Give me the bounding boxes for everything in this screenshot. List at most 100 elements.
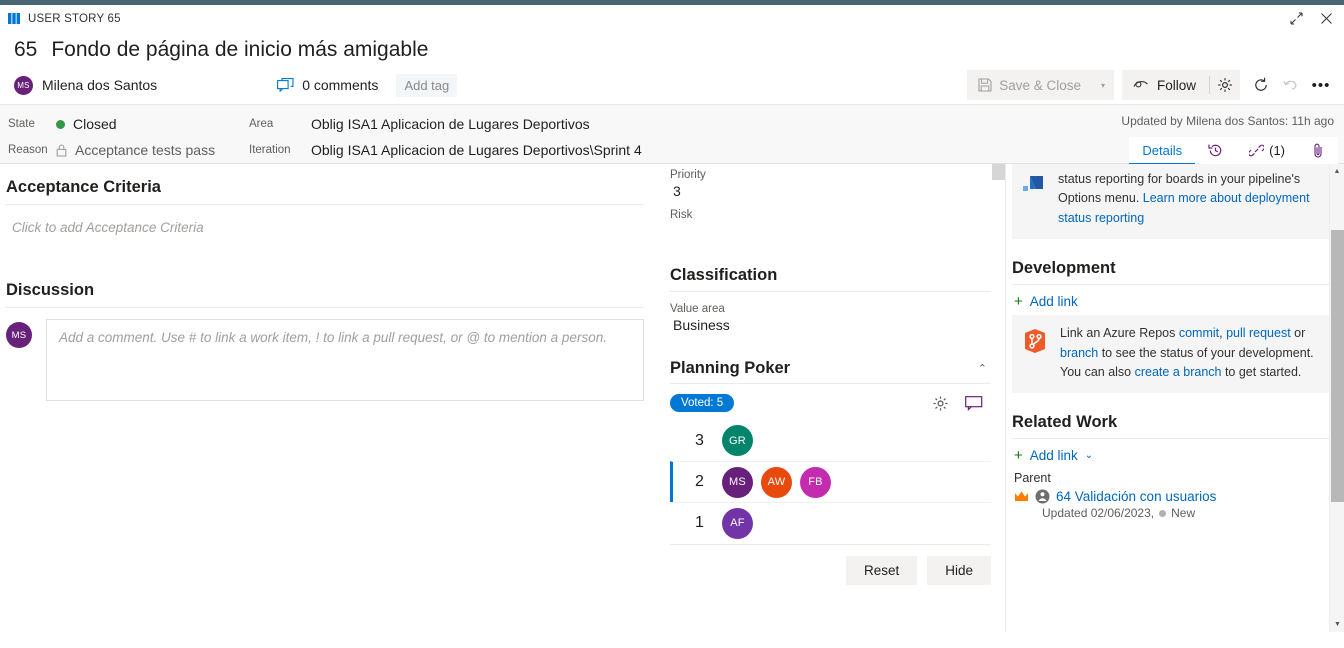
vote-row[interactable]: 2 MS AW FB [670, 461, 991, 502]
comment-input[interactable]: Add a comment. Use # to link a work item… [46, 319, 644, 401]
chevron-up-icon[interactable]: ⌃ [978, 362, 991, 375]
middle-column: Priority 3 Risk Classification Value are… [660, 164, 1005, 632]
parent-work-item-meta: Updated 02/06/2023, New [1012, 504, 1336, 520]
planning-poker-icons [932, 395, 983, 412]
development-add-link-label: Add link [1029, 294, 1078, 310]
vote-row[interactable]: 3 GR [670, 420, 991, 461]
avatar[interactable]: AF [722, 507, 753, 539]
acceptance-criteria-editor[interactable]: Click to add Acceptance Criteria [6, 216, 644, 239]
azure-repos-icon [1025, 329, 1045, 354]
deployment-clipped-line: status reporting for boards in your pipe… [1058, 172, 1301, 186]
eye-icon [1133, 81, 1148, 88]
comment-icon [965, 395, 983, 411]
deployment-info-box: status reporting for boards in your pipe… [1012, 164, 1336, 240]
save-icon [978, 78, 992, 92]
field-area-label: Area [249, 118, 274, 130]
right-column-scrollbar[interactable]: ▲ ▼ [1329, 164, 1344, 632]
follow-button[interactable]: Follow [1122, 70, 1209, 100]
more-actions-button[interactable]: ••• [1306, 70, 1336, 100]
avatar[interactable]: AW [761, 466, 792, 498]
follow-group: Follow [1121, 70, 1240, 100]
planning-poker-settings-button[interactable] [932, 395, 949, 412]
avatar[interactable]: GR [722, 425, 753, 456]
reset-button[interactable]: Reset [845, 556, 918, 585]
risk-value[interactable] [670, 221, 991, 240]
chevron-down-icon[interactable]: ⌄ [1085, 450, 1093, 461]
acceptance-criteria-heading: Acceptance Criteria [6, 178, 161, 196]
classification-heading: Classification [670, 266, 778, 284]
hide-button[interactable]: Hide [927, 556, 991, 585]
fields-column-right: Area Oblig ISA1 Aplicacion de Lugares De… [248, 111, 642, 163]
scroll-up-arrow-icon[interactable]: ▲ [1330, 164, 1344, 179]
commit-link[interactable]: commit [1179, 326, 1219, 340]
field-state-value[interactable]: Closed [56, 116, 117, 132]
assignee[interactable]: MS Milena dos Santos [14, 75, 157, 95]
branch-link[interactable]: branch [1060, 346, 1098, 360]
vote-voters: AF [722, 507, 753, 539]
pull-request-link[interactable]: pull request [1226, 326, 1291, 340]
work-item-fields-strip: State Closed Reason Acceptance tests pas… [0, 104, 1344, 165]
middle-column-scrollbar[interactable] [992, 164, 1005, 632]
vote-value: 2 [695, 473, 704, 490]
avatar[interactable]: FB [800, 466, 831, 498]
vote-row[interactable]: 1 AF [670, 502, 991, 543]
plus-icon: + [1014, 293, 1023, 311]
planning-poker-header[interactable]: Planning Poker ⌃ [670, 359, 991, 383]
priority-value[interactable]: 3 [670, 181, 991, 200]
tab-attachments[interactable] [1298, 137, 1338, 165]
avatar[interactable]: MS [722, 466, 753, 498]
refresh-button[interactable] [1246, 70, 1276, 100]
lock-icon [56, 144, 67, 157]
scroll-down-arrow-icon[interactable]: ▼ [1330, 617, 1344, 632]
field-area-value[interactable]: Oblig ISA1 Aplicacion de Lugares Deporti… [311, 116, 590, 132]
create-branch-link[interactable]: create a branch [1135, 365, 1222, 379]
development-add-link-button[interactable]: + Add link [1012, 285, 1336, 315]
updated-by-text: Updated by Milena dos Santos: 11h ago [1121, 114, 1334, 128]
vote-voters: MS AW FB [722, 466, 831, 498]
planning-poker-comments-button[interactable] [965, 395, 983, 411]
parent-work-item-link[interactable]: 64 Validación con usuarios [1056, 489, 1216, 504]
undo-button [1276, 70, 1306, 100]
planning-poker-heading: Planning Poker [670, 359, 791, 377]
state-dot-icon [56, 119, 65, 129]
field-state-row: State Closed [0, 111, 215, 137]
related-work-item[interactable]: 64 Validación con usuarios [1012, 489, 1336, 504]
user-story-icon [8, 13, 20, 24]
state-text: Closed [73, 116, 117, 132]
related-work-add-link-button[interactable]: + Add link ⌄ [1012, 439, 1336, 469]
tab-details[interactable]: Details [1129, 137, 1196, 165]
vote-value: 3 [695, 431, 704, 449]
restore-window-button[interactable] [1282, 7, 1310, 31]
gear-icon [933, 395, 948, 411]
field-iteration-value[interactable]: Oblig ISA1 Aplicacion de Lugares Deporti… [311, 142, 642, 158]
comments-link[interactable]: 0 comments [277, 77, 378, 93]
work-item-settings-button[interactable] [1210, 70, 1240, 100]
planning-poker-divider [670, 383, 991, 384]
link-icon [1249, 144, 1265, 156]
scroll-thumb[interactable] [1331, 230, 1344, 502]
middle-scroll-thumb[interactable] [992, 164, 1005, 180]
save-and-close-button[interactable]: Save & Close [967, 70, 1092, 100]
discussion-composer: MS Add a comment. Use # to link a work i… [6, 319, 644, 401]
epic-crown-icon [1015, 491, 1028, 502]
classification-divider [670, 291, 991, 292]
field-iteration-label: Iteration [249, 144, 291, 156]
work-item-meta-row: MS Milena dos Santos 0 comments Add tag [0, 66, 1344, 104]
tab-history[interactable] [1195, 137, 1237, 165]
field-reason-value: Acceptance tests pass [56, 142, 215, 158]
vote-value: 1 [695, 514, 704, 531]
avatar: MS [6, 322, 32, 348]
save-options-chevron-down-icon[interactable]: ▾ [1092, 70, 1114, 100]
dev-text-1: Link an Azure Repos [1060, 326, 1179, 341]
follow-label: Follow [1156, 77, 1196, 93]
work-item-kicker: USER STORY 65 [28, 12, 121, 25]
comment-icon [277, 77, 294, 92]
close-window-button[interactable] [1312, 7, 1340, 31]
value-area-value[interactable]: Business [670, 315, 991, 334]
parent-state-text: New [1171, 506, 1196, 521]
tab-links[interactable]: (1) [1236, 137, 1298, 165]
add-tag-button[interactable]: Add tag [396, 73, 458, 97]
work-item-title[interactable]: Fondo de página de inicio más amigable [51, 38, 428, 62]
window-controls [1282, 5, 1340, 32]
fields-column-left: State Closed Reason Acceptance tests pas… [0, 111, 215, 163]
